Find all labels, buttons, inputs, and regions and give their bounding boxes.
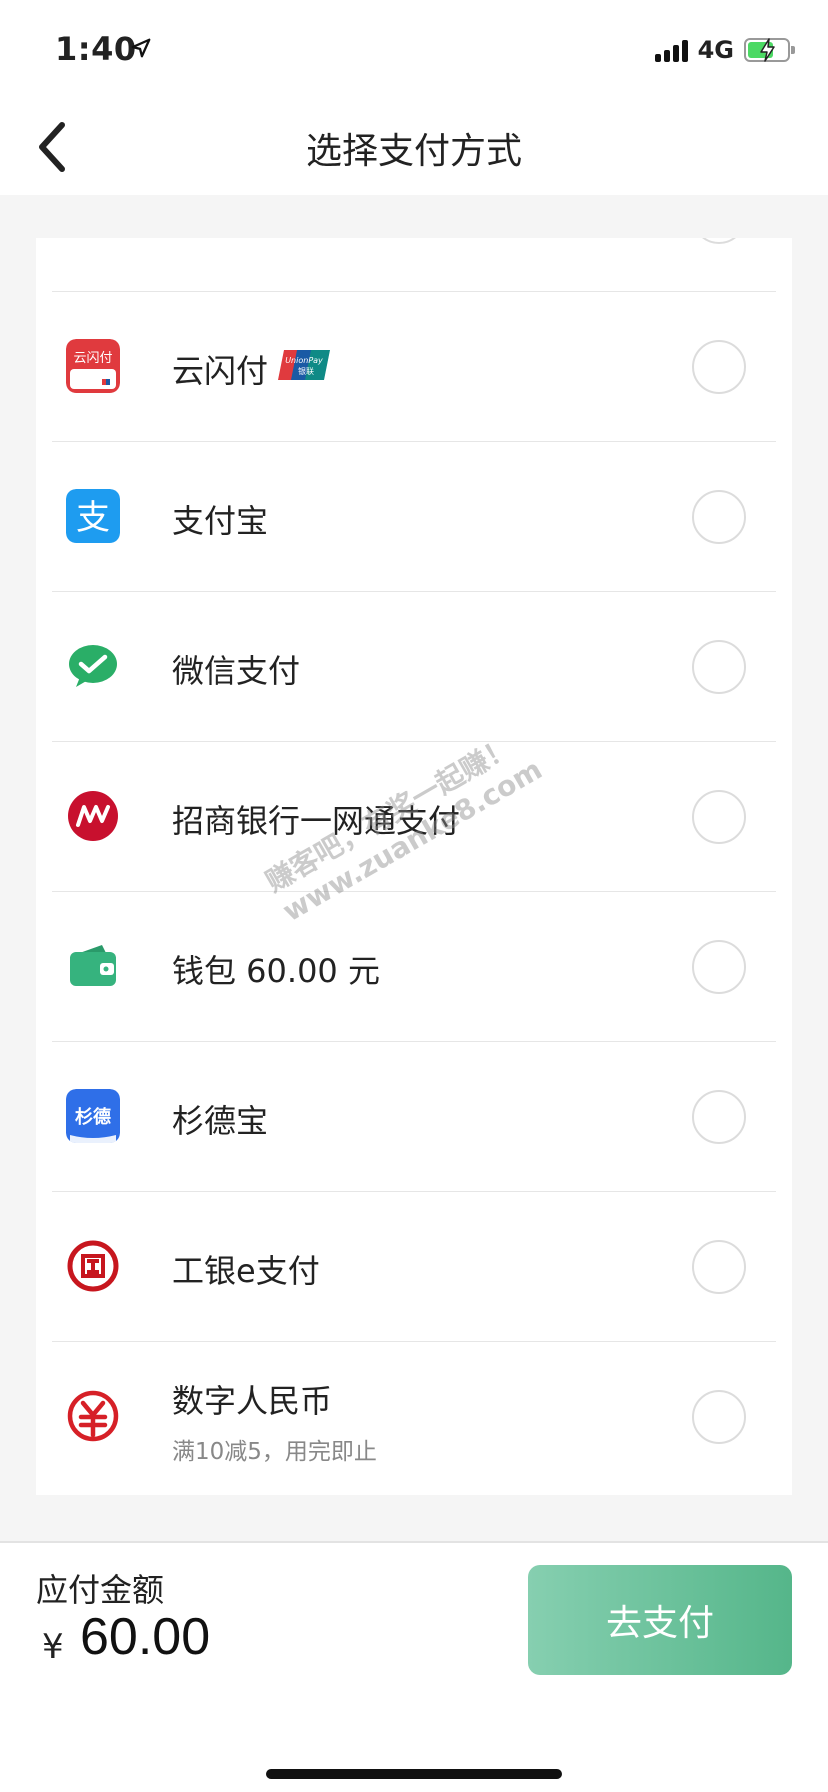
radio-button[interactable]: [692, 940, 746, 994]
svg-text:支: 支: [76, 498, 110, 538]
payment-option-wechat-pay[interactable]: 微信支付: [52, 592, 776, 742]
cmb-icon: [66, 789, 120, 843]
home-indicator[interactable]: [266, 1769, 562, 1779]
amount-due-value: 60.00: [80, 1608, 211, 1666]
payment-option-icbc[interactable]: 工银e支付: [52, 1192, 776, 1342]
radio-button[interactable]: [692, 1390, 746, 1444]
payment-option-bank-card[interactable]: [52, 238, 776, 292]
page-title: 选择支付方式: [305, 131, 522, 172]
radio-button[interactable]: [692, 238, 746, 244]
location-arrow-icon: [131, 38, 151, 58]
network-type: 4G: [697, 36, 734, 64]
radio-button[interactable]: [692, 640, 746, 694]
payment-option-label: 微信支付: [172, 652, 301, 690]
status-indicators: 4G: [654, 36, 795, 64]
go-pay-button[interactable]: 去支付: [528, 1565, 792, 1675]
wallet-icon: [66, 939, 120, 993]
battery-icon: [744, 38, 795, 62]
payment-option-digital-rmb[interactable]: 数字人民币 满10减5，用完即止: [52, 1342, 776, 1492]
payment-option-label: 支付宝: [172, 502, 269, 540]
svg-text:云闪付: 云闪付: [73, 351, 112, 366]
svg-text:UnionPay: UnionPay: [285, 356, 323, 365]
unionpay-app-icon: 云闪付: [66, 339, 120, 393]
radio-button[interactable]: [692, 790, 746, 844]
svg-text:杉德: 杉德: [75, 1106, 111, 1128]
radio-button[interactable]: [692, 1240, 746, 1294]
payment-option-promo: 满10减5，用完即止: [172, 1439, 377, 1465]
payment-option-label: 工银e支付: [172, 1252, 320, 1290]
currency-symbol: ¥: [42, 1627, 64, 1667]
payment-option-label: 招商银行一网通支付: [172, 802, 461, 840]
amount-due-label: 应付金额: [36, 1571, 165, 1609]
radio-button[interactable]: [692, 340, 746, 394]
payment-option-sandpay[interactable]: 杉德 杉德宝: [52, 1042, 776, 1192]
bank-card-icon: [66, 238, 120, 243]
cellular-signal-icon: [654, 38, 688, 62]
radio-button[interactable]: [692, 490, 746, 544]
payment-method-list[interactable]: 云闪付 云闪付 UnionPay 银联 支 支付宝 微信支付 招商银行一网通支付…: [36, 238, 792, 1495]
payment-option-wallet[interactable]: 钱包 60.00 元: [52, 892, 776, 1042]
unionpay-logo-icon: UnionPay 银联: [278, 350, 330, 380]
charging-bolt-icon: [760, 38, 775, 62]
status-time: 1:40: [55, 30, 137, 68]
payment-option-label: 云闪付: [172, 352, 269, 390]
icbc-icon: [66, 1239, 120, 1293]
wechat-pay-icon: [66, 639, 120, 693]
svg-text:银联: 银联: [298, 366, 314, 376]
payment-option-cmb[interactable]: 招商银行一网通支付: [52, 742, 776, 892]
payment-option-unionpay[interactable]: 云闪付 云闪付 UnionPay 银联: [52, 292, 776, 442]
payment-option-label: 杉德宝: [172, 1102, 269, 1140]
status-bar: 1:40 4G: [0, 0, 828, 95]
radio-button[interactable]: [692, 1090, 746, 1144]
alipay-icon: 支: [66, 489, 120, 543]
payment-option-label: 钱包 60.00 元: [172, 952, 380, 990]
sandpay-icon: 杉德: [66, 1089, 120, 1143]
nav-bar: 选择支付方式: [0, 95, 828, 195]
payment-option-label: 数字人民币: [172, 1382, 333, 1420]
payment-option-alipay[interactable]: 支 支付宝: [52, 442, 776, 592]
checkout-bar: 应付金额 ¥ 60.00 去支付: [0, 1541, 828, 1792]
digital-rmb-icon: [66, 1389, 120, 1443]
